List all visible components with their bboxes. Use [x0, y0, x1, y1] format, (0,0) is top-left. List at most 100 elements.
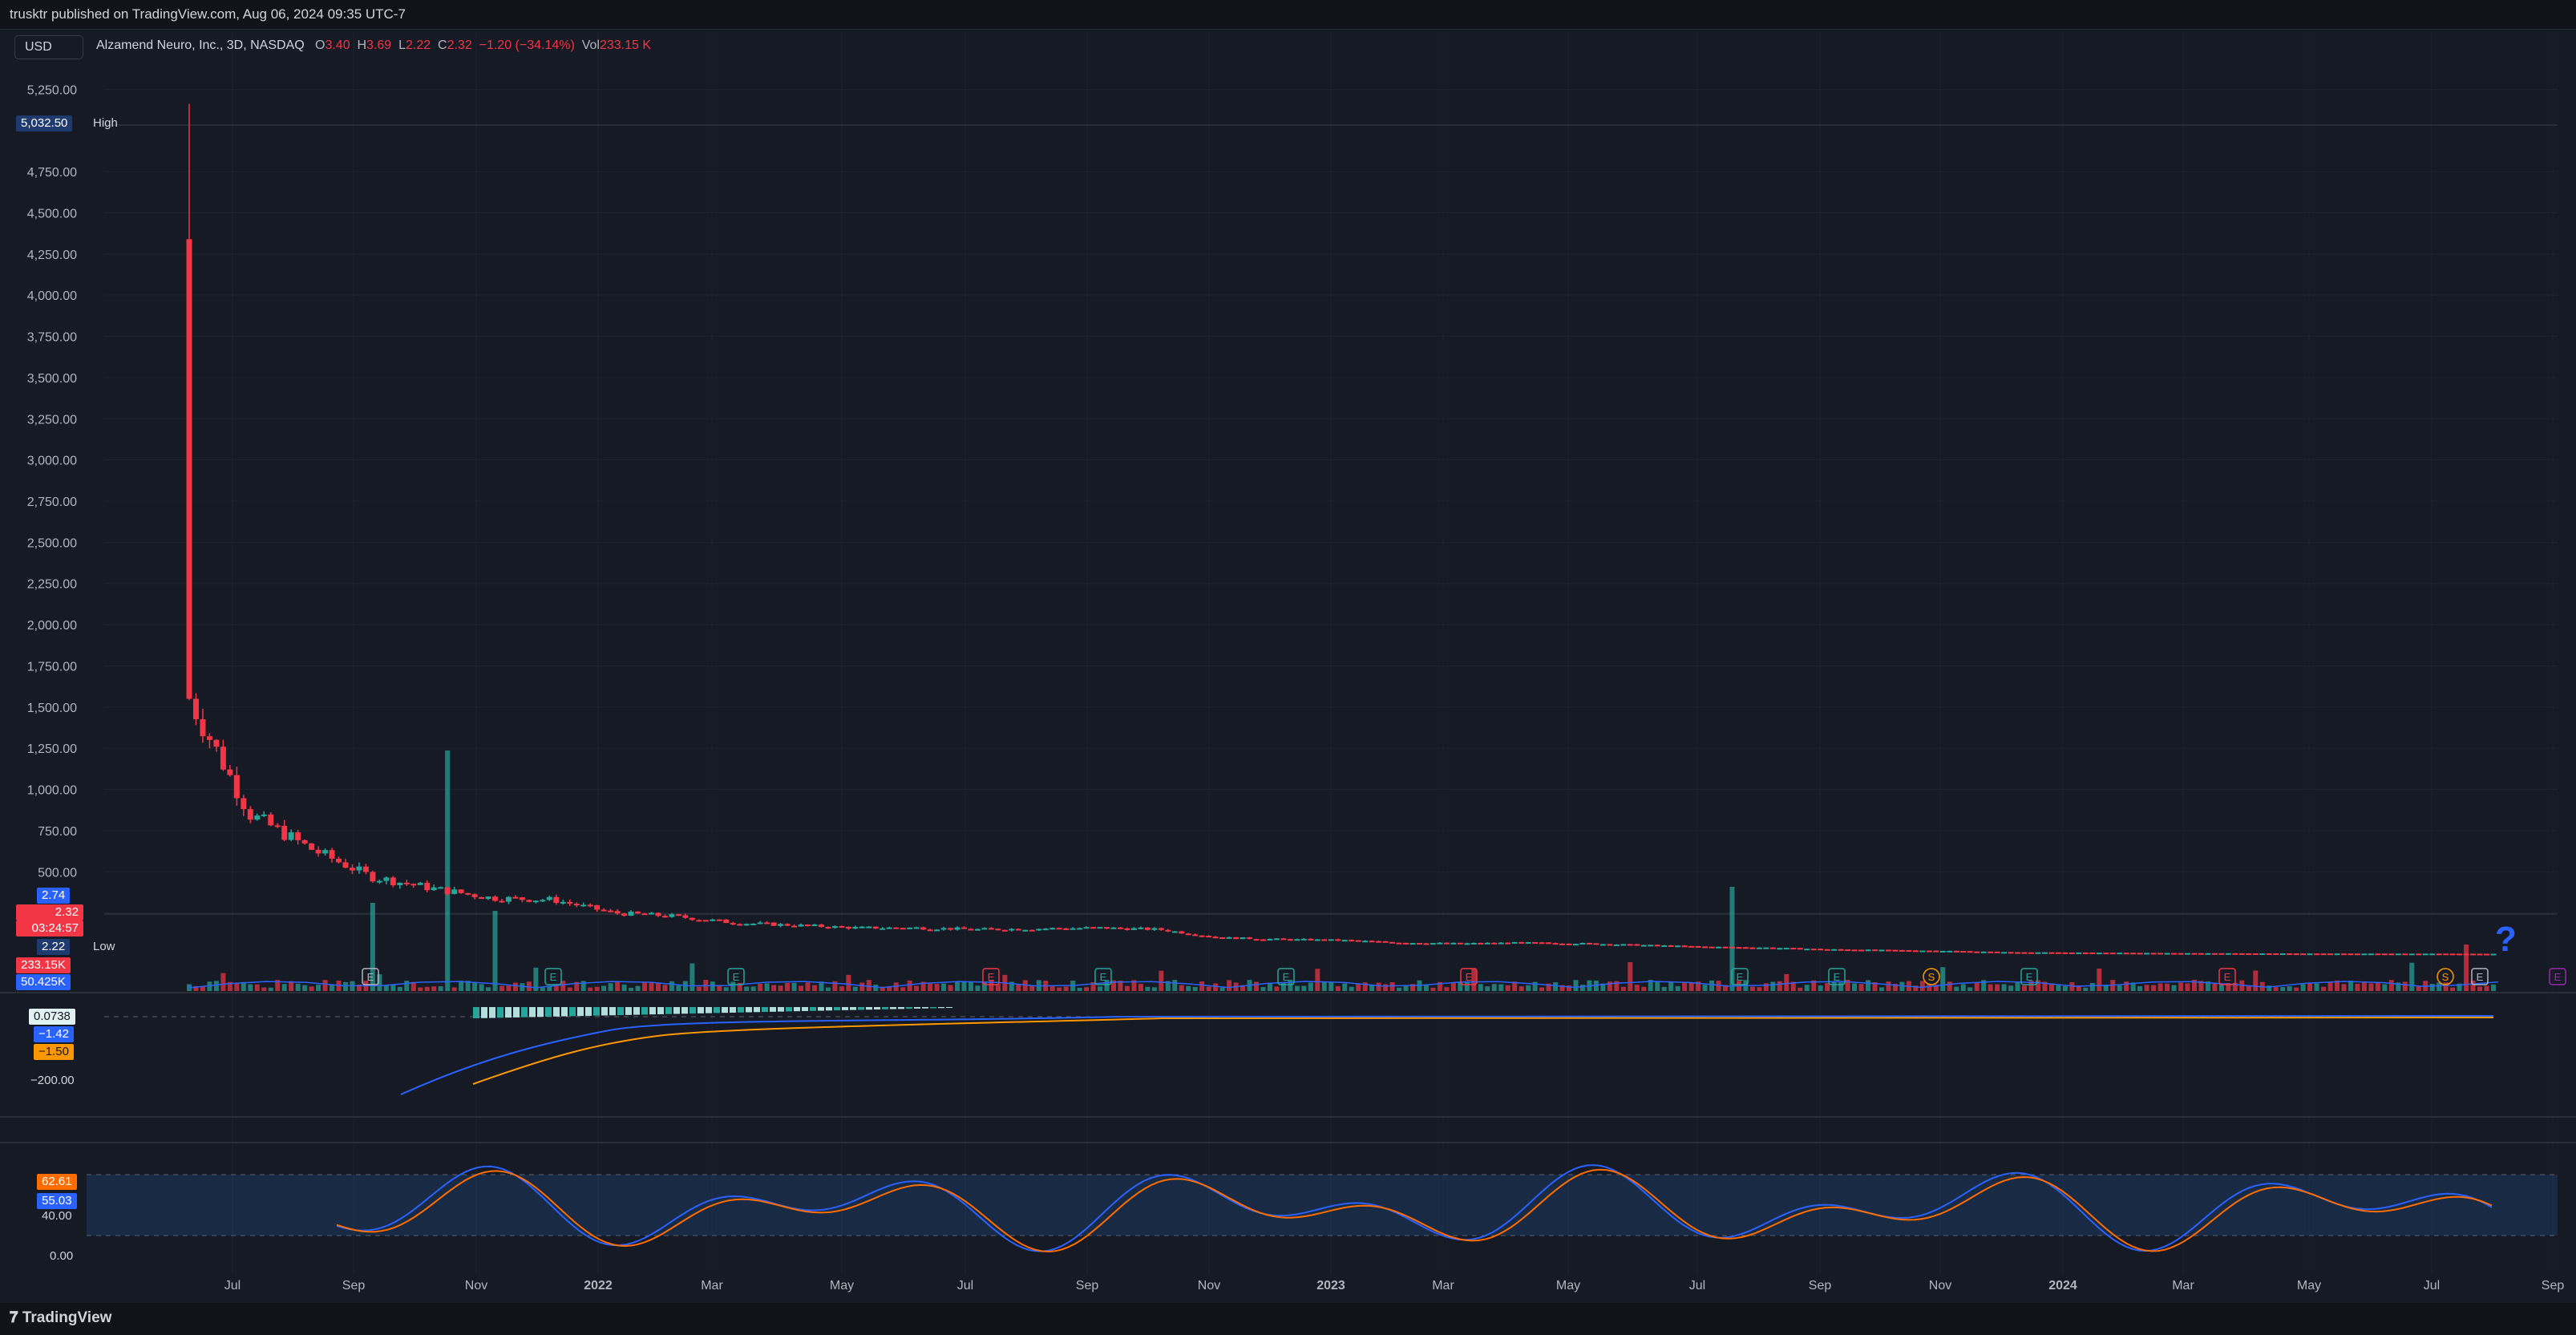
volume-bar	[1016, 984, 1021, 991]
candle-body	[1083, 927, 1090, 929]
candle-body	[383, 877, 390, 881]
event-marker-letter: E	[2224, 971, 2231, 983]
volume-bar	[2314, 983, 2319, 991]
volume-bar	[1974, 982, 1980, 991]
price-tick-label: 500.00	[38, 866, 77, 880]
time-tick-label: May	[2297, 1279, 2321, 1293]
candle-body	[839, 926, 845, 928]
candle-body	[2279, 953, 2286, 956]
price-tick-label: 4,000.00	[27, 289, 77, 303]
candle-body	[2463, 953, 2469, 956]
candle-body	[1416, 943, 1422, 945]
time-tick-label: 2024	[2048, 1279, 2077, 1293]
event-marker-letter: E	[1834, 971, 1841, 983]
candle-body	[1355, 940, 1361, 942]
volume-bar	[2008, 985, 2014, 991]
macd-histogram-bar	[794, 1007, 800, 1012]
volume-bars	[187, 750, 2496, 991]
candle-body	[1498, 942, 1504, 945]
candle-body	[900, 928, 906, 930]
candle-body	[1063, 928, 1070, 930]
volume-bar	[200, 986, 205, 991]
candle-body	[2457, 953, 2463, 956]
candle-body	[1022, 929, 1029, 932]
last-price-tag: 2.32	[16, 904, 83, 920]
volume-bar	[594, 986, 600, 991]
volume-bar	[2300, 984, 2306, 991]
candle-body	[628, 911, 634, 916]
volume-bar	[696, 986, 702, 991]
candle-body	[1151, 928, 1158, 930]
macd-histogram-bar	[497, 1007, 503, 1018]
candle-body	[2178, 953, 2184, 955]
candle-body	[1130, 928, 1137, 930]
volume-bar	[1919, 981, 1925, 991]
candle-body	[2470, 953, 2477, 956]
candle-body	[1185, 933, 1191, 936]
volume-bar	[1682, 981, 1688, 991]
price-tick-label: 2,000.00	[27, 619, 77, 633]
candle-body	[1009, 928, 1015, 931]
tv-logo-text: TradingView	[22, 1309, 112, 1326]
symbol-legend: Alzamend Neuro, Inc., 3D, NASDAQ O3.40 H…	[96, 38, 651, 53]
candle-body	[948, 928, 954, 930]
candle-body	[2307, 953, 2313, 956]
candle-body	[1919, 950, 1926, 953]
volume-bar	[472, 981, 478, 991]
candle-body	[1818, 949, 1824, 951]
volume-bar	[506, 985, 512, 991]
candle-body	[2062, 952, 2068, 954]
volume-bar	[2477, 986, 2483, 991]
stoch-d-tag: 55.03	[37, 1193, 77, 1209]
candle-body	[2232, 953, 2238, 955]
candle-body	[2314, 953, 2320, 956]
low-value: 2.22	[405, 38, 431, 52]
candle-body	[1783, 948, 1789, 950]
volume-bar	[1526, 985, 1531, 991]
candle-body	[1648, 945, 1654, 947]
candle-body	[716, 919, 722, 921]
candle-body	[1824, 949, 1830, 951]
candle-body	[2273, 953, 2279, 955]
volume-bar	[2368, 983, 2374, 991]
currency-button[interactable]: USD	[14, 35, 83, 59]
volume-bar	[1444, 987, 1450, 991]
volume-bar	[1213, 983, 1219, 991]
candle-body	[710, 919, 716, 921]
volume-bar	[1423, 985, 1429, 991]
candle-body	[2477, 953, 2483, 956]
price-tick-label: 3,250.00	[27, 413, 77, 427]
macd-histogram-bar	[529, 1007, 536, 1017]
candle-body	[1097, 927, 1103, 929]
candle-body	[641, 913, 648, 916]
candle-body	[798, 924, 804, 927]
candle-body	[770, 922, 777, 926]
candle-body	[2008, 952, 2014, 954]
volume-bar	[750, 986, 756, 991]
candle-body	[1179, 931, 1185, 934]
candle-body	[2259, 953, 2266, 955]
candle-body	[329, 850, 335, 859]
chart-area[interactable]: 5,250.00 4,750.00 4,500.00 4,250.00 4,000.00…	[0, 29, 2576, 1303]
volume-bar	[2165, 983, 2170, 991]
candle-body	[866, 926, 872, 928]
stoch-axis-label-40: 40.00	[42, 1209, 72, 1223]
candle-body	[859, 926, 865, 928]
candle-body	[1695, 945, 1701, 948]
candle-body	[356, 866, 362, 871]
price-tick-label: 4,750.00	[27, 166, 77, 180]
candle-body	[1640, 945, 1647, 947]
candle-body	[784, 924, 791, 926]
candle-body	[723, 919, 730, 924]
volume-bar	[1960, 984, 1966, 991]
candle-body	[2354, 953, 2360, 956]
candle-body	[1756, 947, 1762, 949]
candle-body	[1253, 939, 1260, 941]
candle-body	[1029, 929, 1035, 932]
candle-body	[227, 769, 233, 775]
candle-body	[281, 826, 288, 840]
volume-bar	[2089, 983, 2095, 991]
candle-body	[288, 832, 294, 840]
volume-bar	[1199, 981, 1205, 991]
candle-body	[403, 882, 410, 884]
